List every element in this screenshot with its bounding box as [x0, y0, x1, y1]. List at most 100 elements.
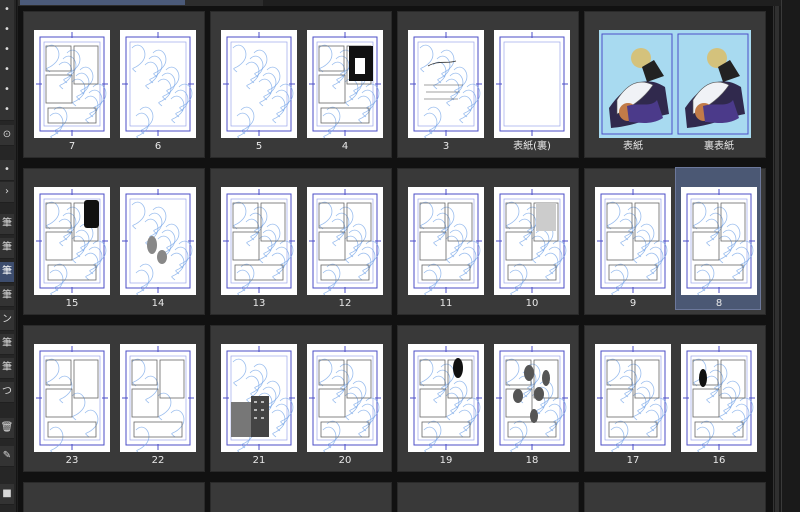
partial-spread-row[interactable]: [584, 482, 766, 512]
lock-icon[interactable]: ■: [0, 484, 14, 505]
pen-icon[interactable]: ✎: [0, 446, 14, 467]
page-thumbnail-14[interactable]: [120, 187, 196, 295]
trash-icon[interactable]: 🗑: [0, 418, 14, 439]
manga-page-preview: [494, 187, 570, 295]
cover-illustration: [675, 30, 751, 138]
page-thumbnail-6[interactable]: [120, 30, 196, 138]
page-label-5: 5: [255, 141, 263, 152]
tool-button[interactable]: •: [0, 80, 14, 101]
page-thumbnail-back-cover[interactable]: [675, 30, 751, 138]
page-thumbnail-3[interactable]: [408, 30, 484, 138]
page-label-22: 22: [151, 455, 165, 466]
spread-13-12[interactable]: 13 12: [210, 168, 392, 315]
spread-5-4[interactable]: 5 4: [210, 11, 392, 158]
spread-17-16[interactable]: 17 16: [584, 325, 766, 472]
tool-button[interactable]: ›: [0, 182, 14, 203]
page-thumbnail-15[interactable]: [34, 187, 110, 295]
page-thumbnail-17[interactable]: [595, 344, 671, 452]
page-thumbnail-9[interactable]: [595, 187, 671, 295]
tool-item-8[interactable]: つ: [0, 382, 14, 403]
page-label-20: 20: [338, 455, 352, 466]
tool-item-5[interactable]: ン: [0, 310, 14, 331]
active-page-manager-tab[interactable]: [20, 0, 185, 5]
page-label-16: 16: [712, 455, 726, 466]
manga-page-preview: [595, 187, 671, 295]
spread-cover[interactable]: 表紙 裏表紙: [584, 11, 766, 158]
page-label-front-cover: 表紙: [623, 141, 643, 152]
scrollbar-thumb[interactable]: [775, 6, 779, 512]
page-label-18: 18: [525, 455, 539, 466]
page-thumbnail-11[interactable]: [408, 187, 484, 295]
manga-page-preview: [494, 344, 570, 452]
manga-page-preview: [120, 30, 196, 138]
page-thumbnail-23[interactable]: [34, 344, 110, 452]
tool-item-4[interactable]: 筆: [0, 286, 14, 307]
page-thumbnail-5[interactable]: [221, 30, 297, 138]
page-thumbnail-16[interactable]: [681, 344, 757, 452]
page-label-7: 7: [68, 141, 76, 152]
target-icon[interactable]: ⊙: [0, 125, 14, 146]
manga-page-preview: [120, 344, 196, 452]
manga-page-preview: [681, 187, 757, 295]
spread-23-22[interactable]: 23 22: [23, 325, 205, 472]
page-label-14: 14: [151, 298, 165, 309]
manga-page-preview: [120, 187, 196, 295]
page-thumbnail-20[interactable]: [307, 344, 383, 452]
page-label-11: 11: [439, 298, 453, 309]
spread-3-inside-cover[interactable]: 3 表紙(裏): [397, 11, 579, 158]
page-thumbnail-front-cover[interactable]: [599, 30, 675, 138]
page-thumbnail-8[interactable]: [681, 187, 757, 295]
manga-page-preview: [408, 30, 484, 138]
partial-spread-row[interactable]: [23, 482, 205, 512]
page-label-13: 13: [252, 298, 266, 309]
manga-page-preview: [34, 187, 110, 295]
page-label-12: 12: [338, 298, 352, 309]
page-label-9: 9: [629, 298, 637, 309]
tool-button[interactable]: •: [0, 20, 14, 41]
manga-page-preview: [221, 30, 297, 138]
manga-page-preview: [34, 30, 110, 138]
manga-page-preview: [307, 344, 383, 452]
page-thumbnail-21[interactable]: [221, 344, 297, 452]
spread-15-14[interactable]: 15 14: [23, 168, 205, 315]
page-thumbnail-7[interactable]: [34, 30, 110, 138]
manga-page-preview: [307, 30, 383, 138]
manga-page-preview: [307, 187, 383, 295]
page-label-4: 4: [341, 141, 349, 152]
tool-item-2[interactable]: 筆: [0, 238, 14, 259]
page-thumbnail-18[interactable]: [494, 344, 570, 452]
spread-7-6[interactable]: 7 6: [23, 11, 205, 158]
page-thumbnail-13[interactable]: [221, 187, 297, 295]
page-thumbnail-22[interactable]: [120, 344, 196, 452]
tool-button[interactable]: •: [0, 100, 14, 121]
spread-11-10[interactable]: 11 10: [397, 168, 579, 315]
page-thumbnail-4[interactable]: [307, 30, 383, 138]
tool-button[interactable]: •: [0, 60, 14, 81]
partial-spread-row[interactable]: [210, 482, 392, 512]
manga-page-preview: [408, 344, 484, 452]
tool-item-3[interactable]: 筆: [0, 262, 14, 283]
page-thumbnail-10[interactable]: [494, 187, 570, 295]
manga-page-preview: [494, 30, 570, 138]
spread-19-18[interactable]: 19 18: [397, 325, 579, 472]
manga-page-preview: [681, 344, 757, 452]
tool-button[interactable]: •: [0, 0, 14, 21]
spread-21-20[interactable]: 21 20: [210, 325, 392, 472]
page-thumbnail-19[interactable]: [408, 344, 484, 452]
tool-item-7[interactable]: 筆: [0, 358, 14, 379]
page-label-17: 17: [626, 455, 640, 466]
tool-button[interactable]: •: [0, 40, 14, 61]
tool-item-6[interactable]: 筆: [0, 334, 14, 355]
page-label-8: 8: [715, 298, 723, 309]
left-tool-strip: • • • • • • ⊙ • › 筆 筆 筆 筆 ン 筆 筆 つ 🗑 ✎ ■: [0, 0, 17, 512]
manga-page-preview: [221, 187, 297, 295]
page-label-23: 23: [65, 455, 79, 466]
page-thumbnail-inside-cover[interactable]: [494, 30, 570, 138]
partial-spread-row[interactable]: [397, 482, 579, 512]
tool-item-1[interactable]: 筆: [0, 214, 14, 235]
spread-9-8[interactable]: 9 8: [584, 167, 766, 315]
page-thumbnail-grid[interactable]: 7 6 5 4 3 表紙(裏) 表紙 裏表紙 15 14 13 12 11 10…: [18, 6, 773, 512]
page-label-15: 15: [65, 298, 79, 309]
tool-button[interactable]: •: [0, 160, 14, 181]
page-thumbnail-12[interactable]: [307, 187, 383, 295]
